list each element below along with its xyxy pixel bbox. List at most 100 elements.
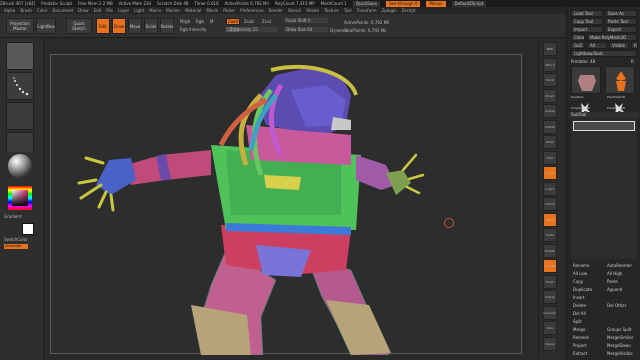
subtool-merge-down-button[interactable]: MergeDown	[605, 343, 637, 350]
save-as-button[interactable]: Save As	[605, 10, 637, 17]
shelf-spix-3-button[interactable]: SPix 3	[543, 57, 557, 72]
projection-master-button[interactable]: Projection Master	[6, 18, 34, 34]
rgb-toggle[interactable]: Rgb	[196, 19, 204, 24]
draw-button[interactable]: Draw	[112, 18, 126, 34]
brush-thumbnail[interactable]	[6, 42, 34, 70]
subtool-all-high-button[interactable]: All High	[605, 271, 637, 278]
subtool-del-all-button[interactable]: Del All	[571, 311, 603, 318]
rgb-intensity-slider[interactable]: Rgb Intensity	[180, 27, 207, 32]
color-picker[interactable]	[6, 184, 34, 212]
make-polymesh-button[interactable]: Make PolyMesh3D	[587, 34, 637, 41]
subtool-all-low-button[interactable]: All Low	[571, 271, 603, 278]
tool-thumb-polymesh[interactable]	[605, 66, 635, 94]
shelf-scale-button[interactable]: Scale	[543, 228, 557, 242]
shelf-polyf-button[interactable]: PolyF	[543, 274, 557, 289]
stroke-thumbnail[interactable]	[6, 72, 34, 100]
subtool-rename-button[interactable]: Rename	[571, 263, 603, 270]
canvas-area[interactable]	[44, 38, 536, 360]
subtool-remesh-button[interactable]: Remesh	[571, 335, 603, 342]
subtool-autoreorder-button[interactable]: AutoReorder	[605, 263, 637, 270]
shelf-scroll-button[interactable]: Scroll	[543, 73, 557, 87]
shelf-frame-button[interactable]: Frame	[543, 197, 557, 211]
subtool-duplicate-button[interactable]: Duplicate	[571, 287, 603, 294]
shelf-solo-button[interactable]: Solo	[543, 321, 557, 335]
scale-button[interactable]: Scale	[144, 18, 158, 34]
shelf-actual-button[interactable]: Actual	[543, 104, 557, 118]
alternate-button[interactable]: Alternate	[4, 244, 28, 249]
menu-color[interactable]: Color	[37, 8, 47, 13]
shelf-dynamic-button[interactable]: Dynamic	[543, 305, 557, 320]
quick-sketch-button[interactable]: Quick Sketch	[66, 18, 92, 34]
menu-tool[interactable]: Tool	[344, 8, 352, 13]
clone-button[interactable]: Clone	[571, 34, 585, 41]
zadd-button[interactable]: Zadd	[226, 18, 240, 25]
subtool-paste-button[interactable]: Paste	[605, 279, 637, 286]
shelf-local-button[interactable]: Local	[543, 166, 557, 180]
load-tool-button[interactable]: Load Tool	[571, 10, 603, 17]
subtool-copy-button[interactable]: Copy	[571, 279, 603, 286]
subtool-project-button[interactable]: Project	[571, 343, 603, 350]
zcut-button[interactable]: Zcut	[262, 19, 271, 24]
see-through-slider[interactable]: See-through 0	[386, 0, 421, 7]
menu-layer[interactable]: Layer	[118, 8, 129, 13]
secondary-color-swatch[interactable]	[22, 223, 34, 235]
menu-preferences[interactable]: Preferences	[240, 8, 264, 13]
menu-alpha[interactable]: Alpha	[4, 8, 15, 13]
subtool-groups-split-button[interactable]: Groups Split	[605, 327, 637, 334]
copy-tool-button[interactable]: Copy Tool	[571, 18, 603, 25]
menu-texture[interactable]: Texture	[324, 8, 339, 13]
goz-button[interactable]: GoZ	[571, 42, 585, 49]
shelf-line-fill-button[interactable]: Line Fill	[543, 259, 557, 273]
switch-color-button[interactable]: SwitchColor	[4, 237, 28, 242]
r-button[interactable]: R	[631, 42, 638, 49]
menu-brush[interactable]: Brush	[20, 8, 32, 13]
menu-movie[interactable]: Movie	[206, 8, 218, 13]
menu-picker[interactable]: Picker	[223, 8, 235, 13]
import-button[interactable]: Import	[571, 26, 603, 33]
paste-tool-button[interactable]: Paste Tool	[605, 18, 637, 25]
shelf-move-button[interactable]: Move	[543, 212, 557, 227]
move-button[interactable]: Move	[128, 18, 142, 34]
menu-edit[interactable]: Edit	[94, 8, 102, 13]
menu-stencil[interactable]: Stencil	[288, 8, 302, 13]
lightbox-button[interactable]: LightBox	[36, 18, 56, 34]
subtool-list[interactable]	[571, 119, 637, 259]
mrgb-toggle[interactable]: Mrgb	[180, 19, 190, 24]
shelf-aahalf-button[interactable]: AAHalf	[543, 119, 557, 134]
predator-model[interactable]	[51, 55, 523, 356]
zsub-button[interactable]: Zsub	[244, 19, 254, 24]
document-canvas[interactable]	[50, 54, 523, 356]
gradient-label[interactable]: Gradient	[4, 214, 21, 219]
subtool-merge-button[interactable]: Merge	[571, 327, 603, 334]
all-button[interactable]: All	[587, 42, 607, 49]
subtool-merge-similar-button[interactable]: MergeSimilar	[605, 335, 637, 342]
shelf-l-sym-button[interactable]: L.Sym	[543, 181, 557, 196]
menu-material[interactable]: Material	[185, 8, 201, 13]
menu-zplugin[interactable]: Zplugin	[382, 8, 397, 13]
menu-draw[interactable]: Draw	[78, 8, 88, 13]
quicksave-button[interactable]: QuickSave	[352, 0, 380, 7]
shelf-persp-button[interactable]: Persp	[543, 135, 557, 149]
shelf-floor-button[interactable]: Floor	[543, 150, 557, 165]
subtool-section-header[interactable]: SubTool	[569, 112, 639, 118]
subtool-item-selected[interactable]	[573, 121, 635, 131]
menu-render[interactable]: Render	[269, 8, 283, 13]
menu-file[interactable]: File	[106, 8, 113, 13]
lightbox-tools-button[interactable]: Lightbox▸Tools	[571, 50, 637, 57]
default-zscript-button[interactable]: DefaultZScript	[451, 0, 487, 7]
menu-document[interactable]: Document	[52, 8, 73, 13]
menu-transform[interactable]: Transform	[357, 8, 377, 13]
shelf-xpose-button[interactable]: Xpose	[543, 336, 557, 351]
subtool-extract-button[interactable]: Extract	[571, 351, 603, 358]
rotate-button[interactable]: Rotate	[160, 18, 174, 34]
visible-button[interactable]: Visible	[609, 42, 629, 49]
menu-zscript[interactable]: Zscript	[402, 8, 416, 13]
subtool-split-button[interactable]: Split	[571, 319, 603, 326]
subtool-delete-button[interactable]: Delete	[571, 303, 603, 310]
menu-macro[interactable]: Macro	[149, 8, 161, 13]
export-button[interactable]: Export	[605, 26, 637, 33]
subtool-del-other-button[interactable]: Del Other	[605, 303, 637, 310]
menu-light[interactable]: Light	[134, 8, 144, 13]
material-thumbnail[interactable]	[6, 152, 34, 180]
shelf-rotate-button[interactable]: Rotate	[543, 243, 557, 258]
